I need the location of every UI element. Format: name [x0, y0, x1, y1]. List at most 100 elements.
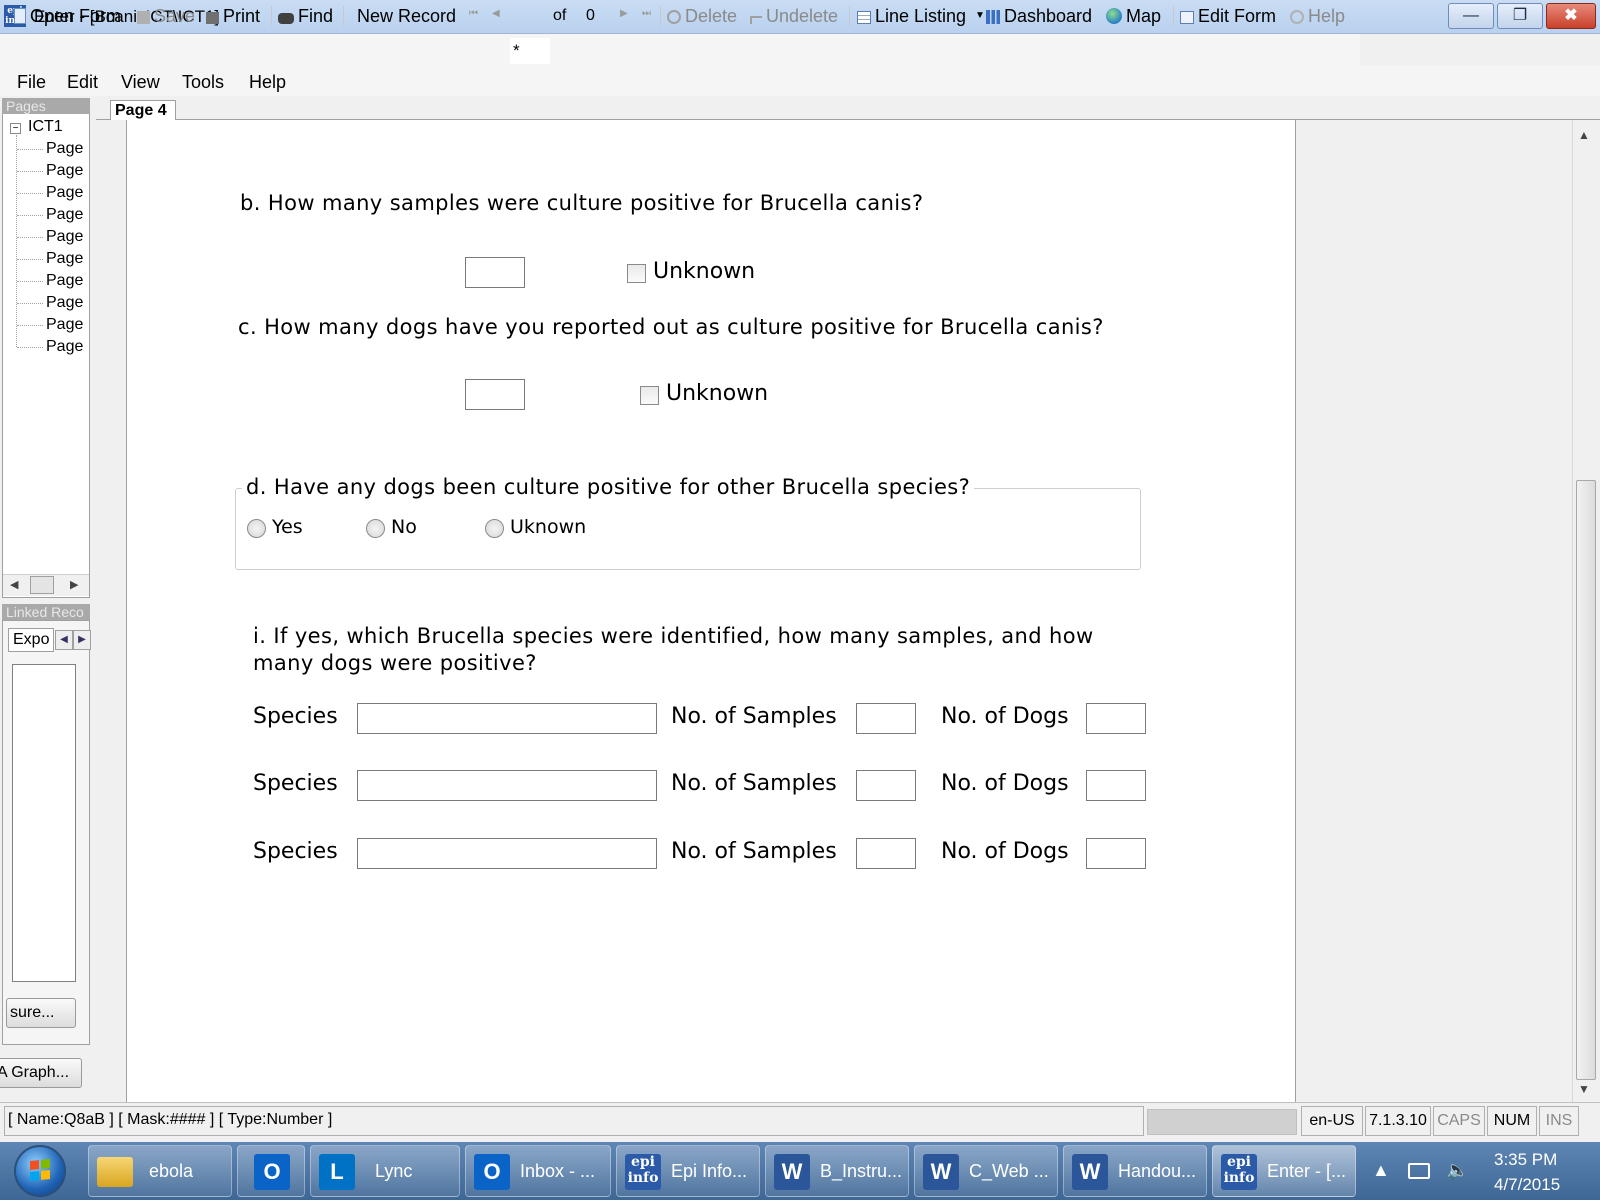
- tree-connector: [17, 149, 43, 150]
- species-input-2[interactable]: [357, 770, 657, 801]
- first-record-icon[interactable]: ⏮: [469, 8, 478, 19]
- vertical-scroll-thumb[interactable]: [1576, 480, 1596, 1080]
- samples-input-1[interactable]: [856, 703, 916, 734]
- maximize-button[interactable]: ❐: [1497, 3, 1543, 29]
- volume-icon[interactable]: 🔈: [1446, 1160, 1468, 1181]
- menu-view[interactable]: View: [121, 72, 160, 93]
- lync-icon: L: [319, 1154, 355, 1190]
- tree-connector: [17, 215, 43, 216]
- find-button[interactable]: Find: [278, 5, 333, 27]
- undelete-button[interactable]: Undelete: [750, 5, 838, 27]
- dogs-input-3[interactable]: [1086, 838, 1146, 869]
- tree-connector: [17, 281, 43, 282]
- minimize-button[interactable]: —: [1448, 3, 1494, 29]
- dogs-input-1[interactable]: [1086, 703, 1146, 734]
- menu-edit[interactable]: Edit: [67, 72, 98, 93]
- record-total: 0: [586, 7, 595, 24]
- exposure-button[interactable]: sure...: [6, 998, 76, 1028]
- taskbar-item-outlook[interactable]: O: [237, 1145, 305, 1197]
- scroll-left-icon[interactable]: ◀: [10, 578, 18, 591]
- taskbar-item-lync[interactable]: L Lync: [310, 1145, 460, 1197]
- dashboard-button[interactable]: Dashboard: [986, 5, 1092, 27]
- edit-form-icon: [1180, 11, 1194, 24]
- dogs-input-2[interactable]: [1086, 770, 1146, 801]
- q-b-unknown-checkbox[interactable]: [627, 264, 646, 283]
- num-status: NUM: [1487, 1106, 1537, 1136]
- samples-input-3[interactable]: [856, 838, 916, 869]
- save-button[interactable]: Save: [137, 5, 195, 27]
- line-listing-dropdown-icon[interactable]: ▼: [975, 5, 985, 27]
- undo-arrow-icon: [750, 16, 762, 24]
- clock-date[interactable]: 4/7/2015: [1494, 1175, 1560, 1195]
- taskbar-item-enter[interactable]: epi info Enter - [...: [1212, 1145, 1356, 1197]
- tree-item-page[interactable]: Page: [46, 206, 83, 224]
- tree-item-page[interactable]: Page: [46, 272, 83, 290]
- scroll-right-icon[interactable]: ▶: [70, 578, 78, 591]
- taskbar-item-word-handout[interactable]: W Handou...: [1063, 1145, 1207, 1197]
- tree-connector: [17, 347, 43, 348]
- dogs-reported-input[interactable]: [465, 379, 525, 410]
- menu-tools[interactable]: Tools: [182, 72, 224, 93]
- tree-collapse-icon[interactable]: −: [10, 123, 21, 134]
- graph-button[interactable]: A Graph...: [0, 1058, 82, 1088]
- tree-item-page[interactable]: Page: [46, 316, 83, 334]
- tree-connector: [17, 171, 43, 172]
- tab-page-4[interactable]: Page 4: [110, 100, 176, 121]
- taskbar-item-epi-info[interactable]: epi info Epi Info...: [616, 1145, 760, 1197]
- tree-item-page[interactable]: Page: [46, 184, 83, 202]
- taskbar-item-word-b-instru[interactable]: W B_Instru...: [765, 1145, 909, 1197]
- q-c-unknown-checkbox[interactable]: [640, 386, 659, 405]
- edit-form-button[interactable]: Edit Form: [1180, 5, 1276, 27]
- species-input-1[interactable]: [357, 703, 657, 734]
- open-form-button[interactable]: Open Form: [14, 5, 121, 27]
- help-icon: [1290, 10, 1304, 24]
- q-d-radio-no[interactable]: [366, 519, 385, 538]
- tab-scroll-right-icon[interactable]: ▶: [73, 630, 91, 650]
- menu-file[interactable]: File: [17, 72, 46, 93]
- question-i-label-line1: i. If yes, which Brucella species were i…: [253, 624, 1094, 648]
- delete-button[interactable]: Delete: [667, 5, 737, 27]
- species-input-3[interactable]: [357, 838, 657, 869]
- show-hidden-icons-icon[interactable]: ▲: [1372, 1160, 1390, 1181]
- tree-connector: [17, 259, 43, 260]
- save-label: Save: [154, 6, 196, 26]
- samples-positive-input[interactable]: [465, 257, 525, 288]
- tree-item-page[interactable]: Page: [46, 140, 83, 158]
- undelete-label: Undelete: [766, 6, 839, 26]
- scroll-up-icon[interactable]: ▲: [1578, 128, 1590, 142]
- menu-help[interactable]: Help: [249, 72, 286, 93]
- previous-record-icon[interactable]: ◀: [492, 8, 500, 19]
- q-d-radio-unknown[interactable]: [485, 519, 504, 538]
- linked-tab-exposure[interactable]: Expo: [8, 628, 54, 652]
- tree-item-page[interactable]: Page: [46, 338, 83, 356]
- tree-item-page[interactable]: Page: [46, 250, 83, 268]
- taskbar-item-inbox[interactable]: O Inbox - ...: [465, 1145, 611, 1197]
- taskbar-item-word-c-web[interactable]: W C_Web ...: [914, 1145, 1058, 1197]
- clock-time[interactable]: 3:35 PM: [1494, 1150, 1557, 1170]
- new-record-button[interactable]: New Record: [357, 5, 456, 27]
- network-icon[interactable]: [1408, 1163, 1430, 1179]
- dashboard-label: Dashboard: [1004, 6, 1093, 26]
- taskbar-label: Epi Info...: [671, 1161, 748, 1181]
- tree-root-ict1[interactable]: ICT1: [28, 118, 63, 136]
- scroll-down-icon[interactable]: ▼: [1578, 1082, 1590, 1096]
- map-button[interactable]: Map: [1106, 5, 1161, 27]
- next-record-icon[interactable]: ▶: [620, 8, 628, 19]
- windows-flag-icon: [30, 1158, 50, 1182]
- close-button[interactable]: ✖: [1546, 3, 1596, 29]
- q-d-unknown-label: Uknown: [510, 516, 587, 538]
- last-record-icon[interactable]: ⏭: [642, 8, 651, 19]
- tree-item-page[interactable]: Page: [46, 228, 83, 246]
- help-button[interactable]: Help: [1290, 5, 1345, 27]
- record-number-input[interactable]: *: [510, 38, 550, 64]
- print-button[interactable]: Print: [206, 5, 260, 27]
- tab-scroll-left-icon[interactable]: ◀: [55, 630, 73, 650]
- taskbar-item-ebola[interactable]: ebola: [88, 1145, 232, 1197]
- q-d-radio-yes[interactable]: [247, 519, 266, 538]
- linked-records-list[interactable]: [12, 664, 76, 982]
- scroll-thumb[interactable]: [30, 576, 54, 594]
- line-listing-button[interactable]: Line Listing: [857, 5, 966, 27]
- tree-item-page[interactable]: Page: [46, 162, 83, 180]
- tree-item-page[interactable]: Page: [46, 294, 83, 312]
- samples-input-2[interactable]: [856, 770, 916, 801]
